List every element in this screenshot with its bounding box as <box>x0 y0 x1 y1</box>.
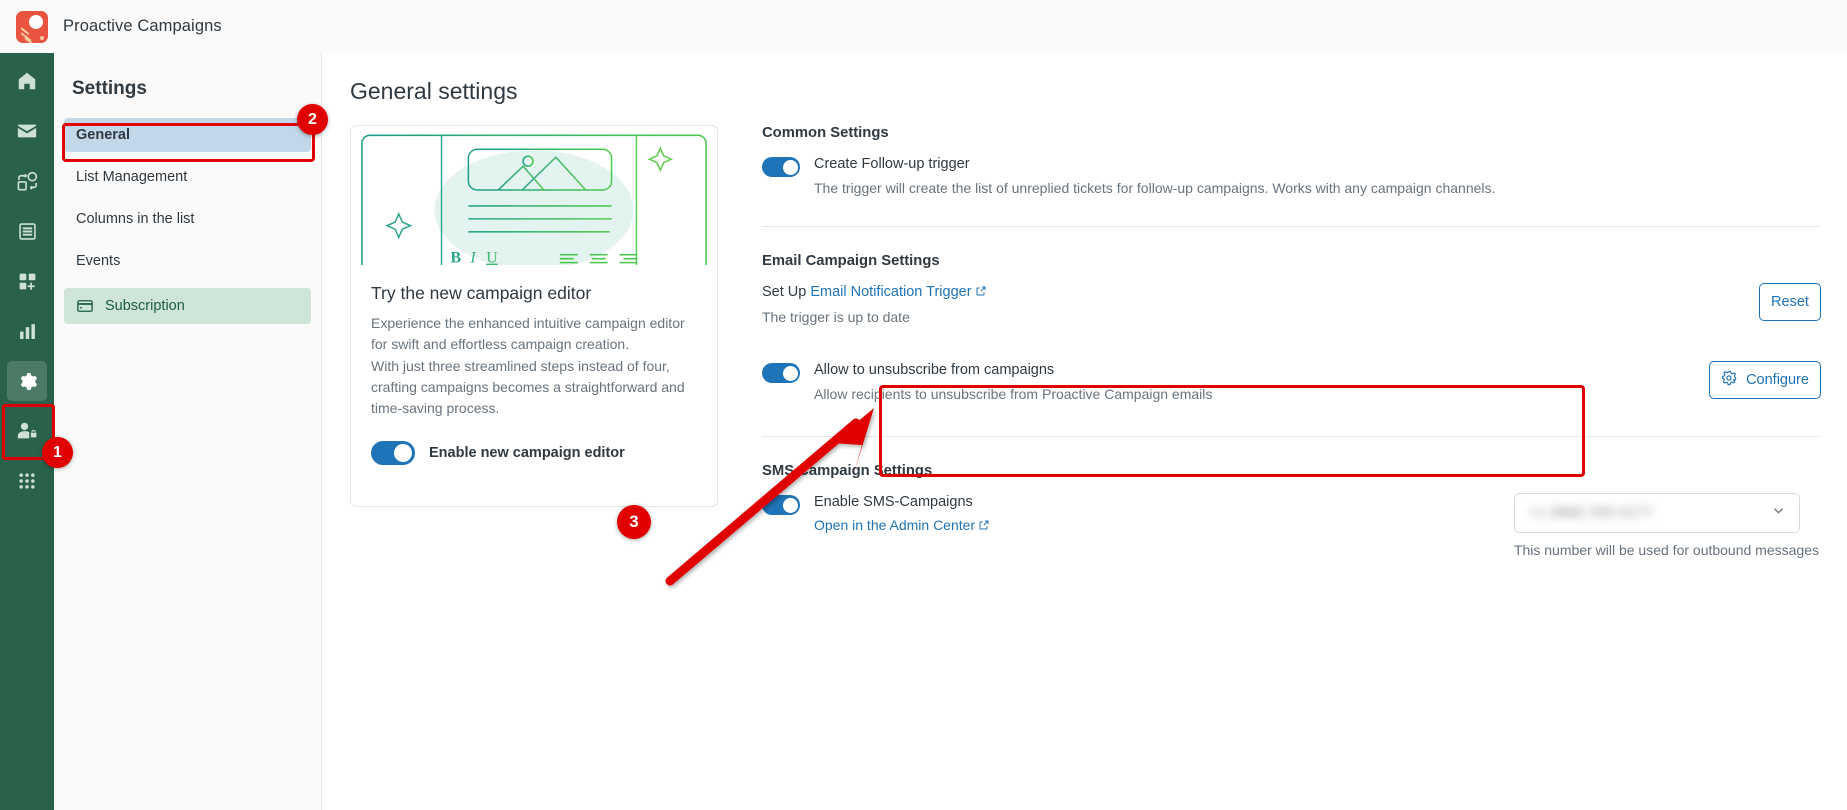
enable-new-campaign-editor-label: Enable new campaign editor <box>429 445 625 462</box>
sidebar-item-label: Subscription <box>105 298 185 314</box>
allow-unsubscribe-label: Allow to unsubscribe from campaigns <box>814 362 1055 379</box>
settings-sidebar-title: Settings <box>72 78 147 99</box>
annotation-badge-3: 3 <box>617 505 651 539</box>
credit-card-icon <box>76 297 94 315</box>
automation-icon <box>16 170 39 193</box>
open-admin-center-link[interactable]: Open in the Admin Center <box>814 517 975 533</box>
global-nav-rail <box>0 53 54 810</box>
rail-item-home[interactable] <box>7 61 47 101</box>
reset-button[interactable]: Reset <box>1759 283 1821 322</box>
campaign-editor-illustration: B I U <box>351 126 717 265</box>
section-divider <box>762 226 1819 228</box>
main-content: General settings B I U Try the new campa… <box>322 53 1847 810</box>
grid-dots-icon <box>17 471 37 491</box>
home-icon <box>16 70 38 92</box>
allow-unsubscribe-toggle[interactable] <box>762 363 800 384</box>
sms-number-value: +1 (888) 555-0177 <box>1527 505 1653 522</box>
sidebar-item-label: Columns in the list <box>76 211 195 227</box>
app-title: Proactive Campaigns <box>63 17 222 35</box>
rail-item-admin[interactable] <box>7 411 47 451</box>
annotation-badge-1: 1 <box>42 437 73 468</box>
email-notification-trigger-setup: Set Up Email Notification Trigger <box>762 283 987 304</box>
svg-text:I: I <box>469 250 476 265</box>
page-title: General settings <box>350 78 518 104</box>
configure-button[interactable]: Configure <box>1709 361 1821 400</box>
enable-sms-campaigns-label: Enable SMS-Campaigns <box>814 494 973 511</box>
create-follow-up-trigger-row[interactable]: Create Follow-up trigger The trigger wil… <box>762 155 1819 198</box>
user-lock-icon <box>16 420 38 442</box>
enable-new-campaign-editor-toggle[interactable] <box>371 441 415 466</box>
sms-campaign-settings-section: SMS Campaign Settings Enable SMS-Campaig… <box>762 463 1819 558</box>
sms-number-block: +1 (888) 555-0177 This number will be us… <box>1513 493 1819 559</box>
enable-sms-campaigns-toggle[interactable] <box>762 495 800 516</box>
sidebar-item-subscription[interactable]: Subscription <box>64 288 311 324</box>
create-follow-up-trigger-toggle[interactable] <box>762 157 800 177</box>
email-trigger-status: The trigger is up to date <box>762 308 910 325</box>
rail-item-settings[interactable] <box>7 361 47 401</box>
add-apps-icon <box>17 271 38 292</box>
settings-sidebar: Settings General List Management Columns… <box>54 53 322 810</box>
email-notification-trigger-block: Set Up Email Notification Trigger The tr… <box>762 283 987 327</box>
email-campaign-settings-section: Email Campaign Settings Set Up Email Not… <box>762 253 1821 404</box>
chart-bar-icon <box>17 321 38 342</box>
allow-unsubscribe-description: Allow recipients to unsubscribe from Pro… <box>814 385 1213 402</box>
svg-text:B: B <box>450 250 461 265</box>
email-campaign-settings-title: Email Campaign Settings <box>762 253 940 270</box>
rail-item-add-apps[interactable] <box>7 261 47 301</box>
common-settings-title: Common Settings <box>762 125 889 141</box>
email-notification-trigger-link[interactable]: Email Notification Trigger <box>810 284 971 300</box>
chevron-down-icon <box>1771 503 1786 523</box>
database-icon <box>17 221 38 242</box>
sidebar-item-label: List Management <box>76 169 188 185</box>
sidebar-item-general[interactable]: General <box>64 118 311 152</box>
common-settings-section: Common Settings Create Follow-up trigger… <box>762 125 1819 198</box>
sidebar-item-columns-in-the-list[interactable]: Columns in the list <box>64 202 311 236</box>
rail-item-automation[interactable] <box>7 161 47 201</box>
svg-text:U: U <box>486 250 498 265</box>
external-link-icon <box>975 284 987 304</box>
promo-card: B I U Try the new campaign editor Experi… <box>350 125 718 507</box>
create-follow-up-trigger-label: Create Follow-up trigger <box>814 156 970 172</box>
rail-item-reporting[interactable] <box>7 311 47 351</box>
setup-prefix: Set Up <box>762 284 811 301</box>
allow-unsubscribe-row[interactable]: Allow to unsubscribe from campaigns Allo… <box>762 361 1212 404</box>
mail-icon <box>16 120 38 142</box>
settings-column: Common Settings Create Follow-up trigger… <box>762 125 1821 558</box>
proactive-campaigns-logo-icon <box>16 10 48 43</box>
sidebar-item-label: Events <box>76 253 121 269</box>
section-divider <box>762 436 1819 438</box>
sms-campaign-settings-title: SMS Campaign Settings <box>762 463 933 480</box>
create-follow-up-trigger-description: The trigger will create the list of unre… <box>814 179 1496 196</box>
sidebar-item-events[interactable]: Events <box>64 244 311 278</box>
configure-button-label: Configure <box>1746 372 1809 389</box>
external-link-icon <box>978 518 990 534</box>
sms-number-select[interactable]: +1 (888) 555-0177 <box>1513 493 1800 534</box>
gear-icon <box>1721 370 1737 390</box>
sidebar-item-list-management[interactable]: List Management <box>64 160 311 194</box>
enable-sms-campaigns-row[interactable]: Enable SMS-Campaigns Open in the Admin C… <box>762 493 990 534</box>
rail-item-apps[interactable] <box>7 461 47 501</box>
promo-paragraph: Experience the enhanced intuitive campai… <box>371 315 685 417</box>
enable-new-campaign-editor-row[interactable]: Enable new campaign editor <box>351 419 717 466</box>
sidebar-item-label: General <box>76 127 130 143</box>
app-window: Proactive Campaigns Settings General Lis… <box>0 0 1847 810</box>
rail-item-database[interactable] <box>7 211 47 251</box>
rail-item-mail[interactable] <box>7 111 47 151</box>
title-bar: Proactive Campaigns <box>0 0 1847 53</box>
gear-icon <box>16 370 39 393</box>
sms-number-help: This number will be used for outbound me… <box>1513 542 1819 559</box>
promo-heading: Try the new campaign editor <box>371 283 592 303</box>
annotation-badge-2: 2 <box>297 104 328 135</box>
